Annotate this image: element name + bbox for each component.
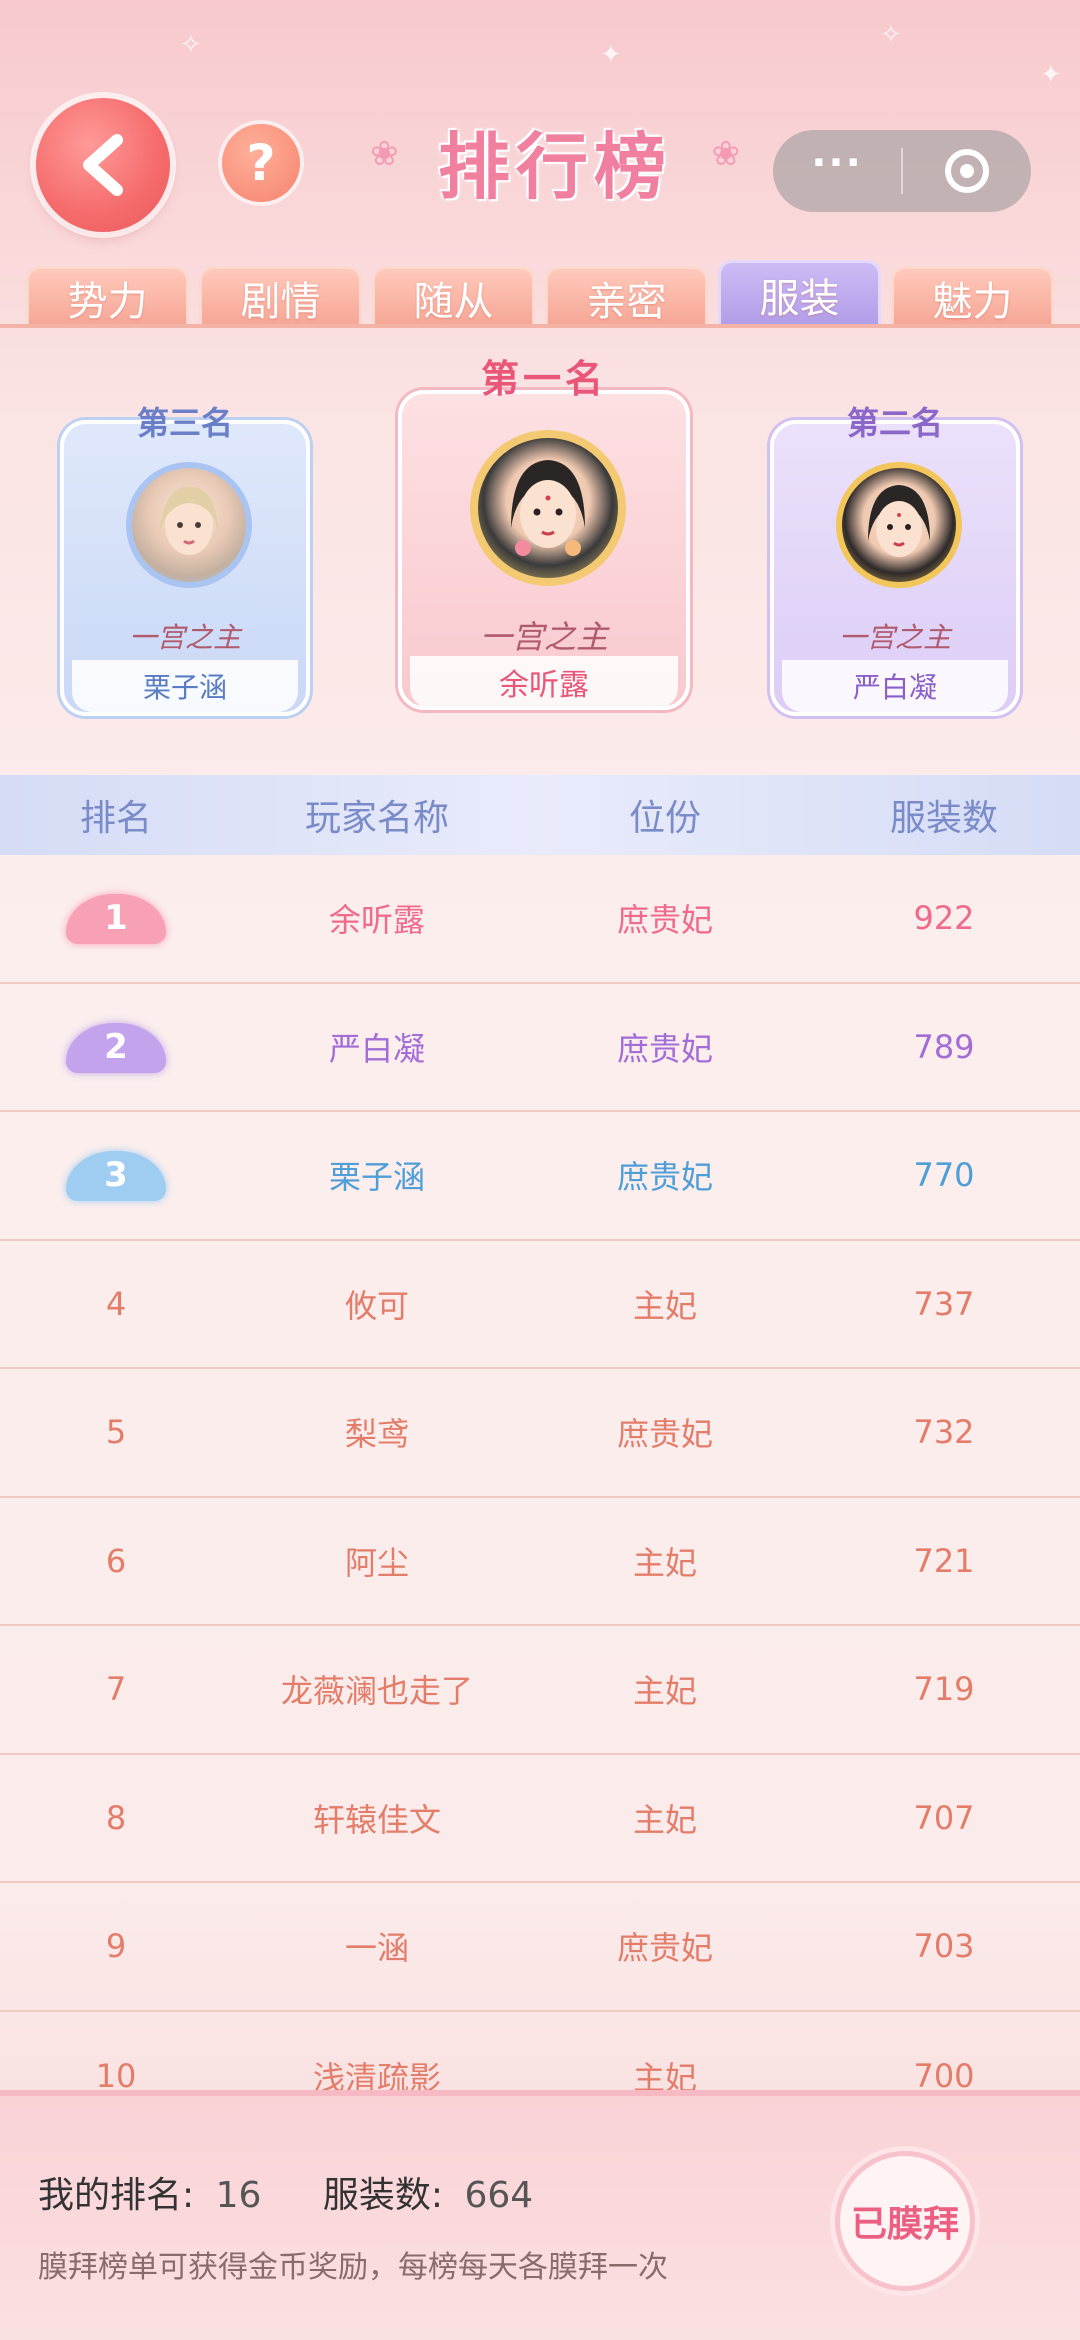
rank-fan-badge: 2 bbox=[61, 1017, 171, 1077]
costume-count: 703 bbox=[913, 1927, 975, 1966]
player-name: 攸可 bbox=[344, 1286, 409, 1325]
podium-place-label: 第三名 bbox=[136, 404, 233, 442]
tab-charm[interactable]: 魅力 bbox=[891, 266, 1054, 326]
header-player-name: 玩家名称 bbox=[304, 798, 449, 839]
costume-count: 721 bbox=[913, 1541, 975, 1580]
tab-costume[interactable]: 服装 bbox=[718, 260, 881, 326]
player-title: 庶贵妃 bbox=[616, 901, 713, 940]
player-name: 严白凝 bbox=[328, 1029, 425, 1068]
my-rank-value: 16 bbox=[215, 2175, 262, 2216]
back-button[interactable] bbox=[36, 98, 170, 232]
my-rank-label: 我的排名: bbox=[38, 2175, 195, 2216]
podium-name: 栗子涵 bbox=[72, 660, 298, 712]
player-name: 梨鸢 bbox=[344, 1415, 409, 1454]
costume-count: 737 bbox=[913, 1284, 975, 1323]
podium-badge: 一宫之主 bbox=[128, 621, 241, 654]
back-arrow-icon bbox=[83, 134, 123, 196]
more-icon: ··· bbox=[811, 140, 863, 186]
page-title: 排行榜 bbox=[437, 123, 672, 209]
my-rank-footer: 我的排名: 16 服装数: 664 膜拜榜单可获得金币奖励，每榜每天各膜拜一次 … bbox=[0, 2090, 1080, 2340]
table-row[interactable]: 5 梨鸢 庶贵妃 732 bbox=[0, 1369, 1080, 1498]
header-title: 位份 bbox=[628, 798, 701, 839]
my-rank-summary: 我的排名: 16 服装数: 664 bbox=[38, 2166, 533, 2218]
costume-count: 719 bbox=[913, 1670, 975, 1709]
avatar bbox=[836, 462, 962, 588]
podium-badge: 一宫之主 bbox=[838, 621, 951, 654]
table-row[interactable]: 1 余听露 庶贵妃 922 bbox=[0, 855, 1080, 984]
rank-number: 8 bbox=[105, 1798, 127, 1837]
rank-number: 6 bbox=[105, 1541, 127, 1580]
player-title: 主妃 bbox=[632, 1286, 697, 1325]
tab-intimacy[interactable]: 亲密 bbox=[545, 266, 708, 326]
avatar bbox=[470, 430, 626, 586]
player-name: 龙薇澜也走了 bbox=[280, 1672, 473, 1711]
player-title: 主妃 bbox=[632, 1543, 697, 1582]
player-name: 余听露 bbox=[328, 901, 425, 940]
player-name: 阿尘 bbox=[344, 1543, 409, 1582]
table-row[interactable]: 7 龙薇澜也走了 主妃 719 bbox=[0, 1626, 1080, 1755]
table-row[interactable]: 4 攸可 主妃 737 bbox=[0, 1241, 1080, 1369]
costume-count: 707 bbox=[913, 1798, 975, 1837]
podium-second[interactable]: 第二名 一宫之主 严白凝 bbox=[770, 404, 1020, 716]
table-row[interactable]: 8 轩辕佳文 主妃 707 bbox=[0, 1755, 1080, 1883]
podium-place-label: 第二名 bbox=[846, 404, 943, 442]
costume-count: 770 bbox=[913, 1156, 975, 1195]
costume-count: 789 bbox=[913, 1027, 975, 1066]
close-mini-program-button[interactable] bbox=[903, 130, 1031, 212]
bow-tip: 膜拜榜单可获得金币奖励，每榜每天各膜拜一次 bbox=[38, 2250, 668, 2285]
help-button[interactable]: ? bbox=[222, 124, 300, 202]
page-title-banner: ❀ 排行榜 ❀ bbox=[370, 100, 740, 220]
table-row[interactable]: 9 一涵 庶贵妃 703 bbox=[0, 1883, 1080, 2012]
my-count-value: 664 bbox=[464, 2175, 534, 2216]
help-icon: ? bbox=[246, 134, 276, 192]
rank-fan-badge: 3 bbox=[61, 1145, 171, 1205]
player-name: 轩辕佳文 bbox=[312, 1800, 441, 1839]
flower-decoration-icon: ❀ bbox=[370, 134, 399, 174]
player-name: 一涵 bbox=[344, 1929, 409, 1968]
rank-number: 5 bbox=[105, 1413, 127, 1452]
my-count-label: 服装数: bbox=[322, 2175, 443, 2216]
rank-number: 7 bbox=[105, 1670, 127, 1709]
table-row[interactable]: 3 栗子涵 庶贵妃 770 bbox=[0, 1112, 1080, 1241]
costume-count: 922 bbox=[913, 899, 975, 938]
podium-first[interactable]: 第一名 一宫之主 余听露 bbox=[398, 357, 690, 710]
avatar bbox=[126, 462, 252, 588]
ranking-list: 1 余听露 庶贵妃 922 2 严白凝 庶贵妃 789 3 栗子涵 庶贵妃 77… bbox=[0, 855, 1080, 2140]
podium-name: 余听露 bbox=[410, 656, 678, 708]
rank-fan-badge: 1 bbox=[61, 888, 171, 948]
table-row[interactable]: 6 阿尘 主妃 721 bbox=[0, 1498, 1080, 1626]
table-row[interactable]: 2 严白凝 庶贵妃 789 bbox=[0, 984, 1080, 1112]
tab-power[interactable]: 势力 bbox=[26, 266, 189, 326]
more-menu-button[interactable]: ··· bbox=[773, 130, 901, 212]
mini-program-capsule: ··· bbox=[773, 130, 1031, 212]
player-title: 庶贵妃 bbox=[616, 1929, 713, 1968]
tab-followers[interactable]: 随从 bbox=[372, 266, 535, 326]
bow-button[interactable]: 已膜拜 bbox=[840, 2156, 970, 2286]
table-header: 排名 玩家名称 位份 服装数 bbox=[0, 775, 1080, 855]
category-tabs: 势力 剧情 随从 亲密 服装 魅力 bbox=[26, 260, 1054, 326]
player-title: 庶贵妃 bbox=[616, 1415, 713, 1454]
rank-number: 9 bbox=[105, 1927, 127, 1966]
player-title: 庶贵妃 bbox=[616, 1158, 713, 1197]
podium-third[interactable]: 第三名 一宫之主 栗子涵 bbox=[60, 404, 310, 716]
costume-count: 732 bbox=[913, 1413, 975, 1452]
rank-number: 4 bbox=[105, 1284, 127, 1323]
podium-place-label: 第一名 bbox=[480, 357, 607, 401]
podium-name: 严白凝 bbox=[782, 660, 1008, 712]
header-costume-count: 服装数 bbox=[889, 798, 998, 839]
player-title: 主妃 bbox=[632, 1672, 697, 1711]
player-title: 庶贵妃 bbox=[616, 1029, 713, 1068]
target-icon bbox=[945, 149, 989, 193]
player-name: 栗子涵 bbox=[328, 1158, 425, 1197]
header-rank: 排名 bbox=[79, 798, 152, 839]
flower-decoration-icon: ❀ bbox=[711, 134, 741, 174]
player-title: 主妃 bbox=[632, 1800, 697, 1839]
tab-story[interactable]: 剧情 bbox=[199, 266, 362, 326]
podium-badge: 一宫之主 bbox=[479, 618, 608, 656]
